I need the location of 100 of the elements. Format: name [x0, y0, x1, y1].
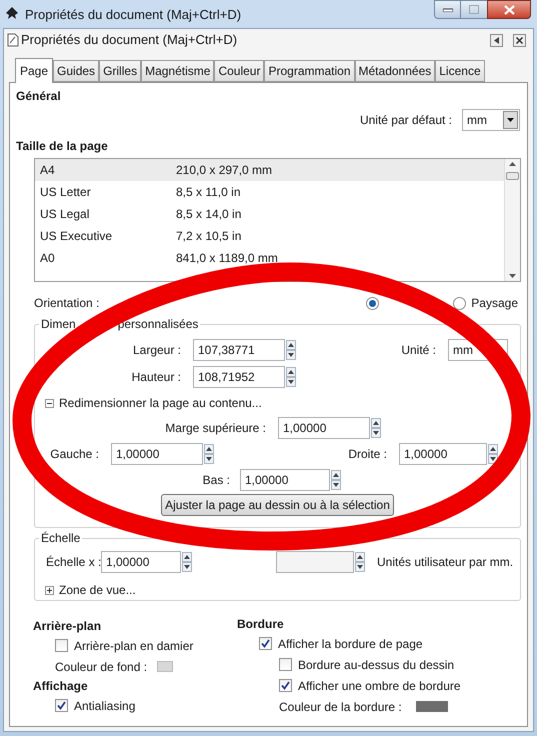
close-button[interactable] [487, 0, 531, 19]
list-row[interactable]: US Letter 8,5 x 11,0 in [35, 181, 504, 203]
plus-icon[interactable] [45, 586, 54, 594]
minimize-button[interactable] [434, 0, 461, 19]
maximize-icon [469, 5, 479, 14]
checkbox[interactable] [55, 639, 68, 652]
checkbox[interactable] [259, 637, 272, 650]
tab[interactable]: Magnétisme [141, 60, 214, 82]
down-arrow-icon [206, 457, 212, 461]
expander-label[interactable]: Redimensionner la page au contenu... [59, 394, 262, 412]
list-row[interactable]: A0 841,0 x 1189,0 mm [35, 247, 504, 269]
caret-icon [507, 118, 514, 122]
close-panel-button[interactable] [513, 34, 526, 46]
expander-label[interactable]: Zone de vue... [59, 581, 136, 599]
table-cell-text: A4 [40, 162, 56, 179]
color-swatch[interactable] [416, 701, 448, 712]
spin-up-button[interactable] [331, 470, 341, 480]
spin-down-button[interactable] [182, 562, 192, 572]
field-label: Droite : [348, 447, 387, 461]
spin-down-button[interactable] [204, 454, 214, 464]
list-row[interactable]: US Executive 7,2 x 10,5 in [35, 225, 504, 247]
spin-up-button[interactable] [371, 418, 381, 428]
list-row[interactable]: A4 210,0 x 297,0 mm [35, 159, 504, 181]
spin-up-button[interactable] [488, 444, 498, 454]
table-cell-text: US Legal [40, 206, 90, 223]
field-label: Unité : [401, 342, 436, 359]
group-legend: Dimen [41, 315, 76, 333]
tab[interactable]: Guides [53, 60, 100, 82]
up-arrow-icon [333, 473, 339, 477]
up-arrow-icon [206, 447, 212, 451]
field-label: Marge supérieure : [165, 421, 266, 435]
scroll-up-icon[interactable] [509, 162, 516, 166]
number-field[interactable] [276, 551, 354, 573]
spin-up-button[interactable] [286, 340, 296, 350]
table-cell-text: A0 [40, 250, 56, 267]
triangle-left-icon [494, 36, 499, 44]
checkbox[interactable] [279, 679, 292, 692]
tab[interactable]: Programmation [264, 60, 355, 82]
checkbox[interactable] [279, 658, 292, 671]
table-cell-text: 841,0 x 1189,0 mm [176, 250, 278, 267]
spin-up-button[interactable] [182, 552, 192, 562]
up-arrow-icon [357, 555, 363, 559]
down-arrow-icon [288, 353, 294, 357]
checkbox-label: Antialiasing [74, 698, 136, 714]
up-arrow-icon [490, 447, 496, 451]
spin-down-button[interactable] [286, 350, 296, 360]
checkbox-label: Afficher la bordure de page [278, 636, 423, 652]
checkbox[interactable] [55, 699, 68, 712]
number-field[interactable]: 1,00000 [111, 443, 203, 465]
spin-up-button[interactable] [204, 444, 214, 454]
list-row[interactable]: US Legal 8,5 x 14,0 in [35, 203, 504, 225]
radio-button[interactable] [366, 296, 380, 310]
up-arrow-icon [184, 555, 190, 559]
up-arrow-icon [288, 343, 294, 347]
spin-up-button[interactable] [286, 367, 296, 377]
down-arrow-icon [490, 457, 496, 461]
radio-button[interactable] [453, 296, 466, 310]
unit-dropdown[interactable]: mm [462, 109, 520, 131]
window-title: Propriétés du document (Maj+Ctrl+D) [25, 6, 242, 24]
number-field[interactable]: 108,71952 [193, 366, 285, 388]
number-field[interactable]: 107,38771 [193, 339, 285, 361]
color-swatch[interactable] [157, 661, 174, 672]
tab[interactable]: Couleur [214, 60, 264, 82]
tab[interactable]: Métadonnées [354, 60, 436, 82]
tab[interactable]: Page [15, 58, 54, 83]
section-heading: Général [16, 88, 61, 105]
collapse-button[interactable] [490, 34, 503, 46]
scrollbar[interactable] [504, 159, 520, 281]
tab[interactable]: Grilles [99, 60, 142, 82]
field-label: Bas : [202, 473, 230, 487]
section-heading: Taille de la page [16, 138, 108, 155]
checkbox-label: Arrière-plan en damier [74, 638, 194, 654]
checkbox-label: Afficher une ombre de bordure [298, 678, 461, 694]
field-label: Couleur de la bordure : [279, 698, 402, 716]
section-heading: Affichage [33, 678, 88, 695]
radio-label: Paysage [471, 295, 518, 312]
group-legend: personnalisées [118, 315, 198, 333]
field-label: Couleur de fond : [55, 658, 148, 676]
field-label: Gauche : [50, 447, 99, 461]
spin-down-button[interactable] [331, 480, 341, 490]
scroll-down-icon[interactable] [509, 274, 516, 278]
tab[interactable]: Licence [435, 60, 485, 82]
number-field[interactable]: 1,00000 [278, 417, 370, 439]
scrollbar-thumb[interactable] [506, 172, 519, 180]
checkbox-label: Bordure au-dessus du dessin [298, 656, 454, 674]
number-field[interactable]: 1,00000 [240, 469, 330, 491]
panel-title: Propriétés du document (Maj+Ctrl+D) [21, 31, 238, 50]
close-icon [504, 4, 514, 14]
spin-down-button[interactable] [371, 428, 381, 438]
fit-page-button[interactable]: Ajuster la page au dessin ou à la sélection [161, 494, 394, 516]
number-field[interactable]: 1,00000 [101, 551, 181, 573]
spin-down-button[interactable] [355, 562, 365, 572]
document-icon [7, 33, 19, 47]
field-label: Échelle x : [46, 555, 102, 569]
spin-up-button[interactable] [355, 552, 365, 562]
minus-icon[interactable] [45, 398, 54, 408]
close-icon [516, 36, 523, 44]
number-field[interactable]: 1,00000 [399, 443, 487, 465]
table-cell-text: 210,0 x 297,0 mm [176, 162, 272, 179]
spin-down-button[interactable] [286, 377, 296, 387]
